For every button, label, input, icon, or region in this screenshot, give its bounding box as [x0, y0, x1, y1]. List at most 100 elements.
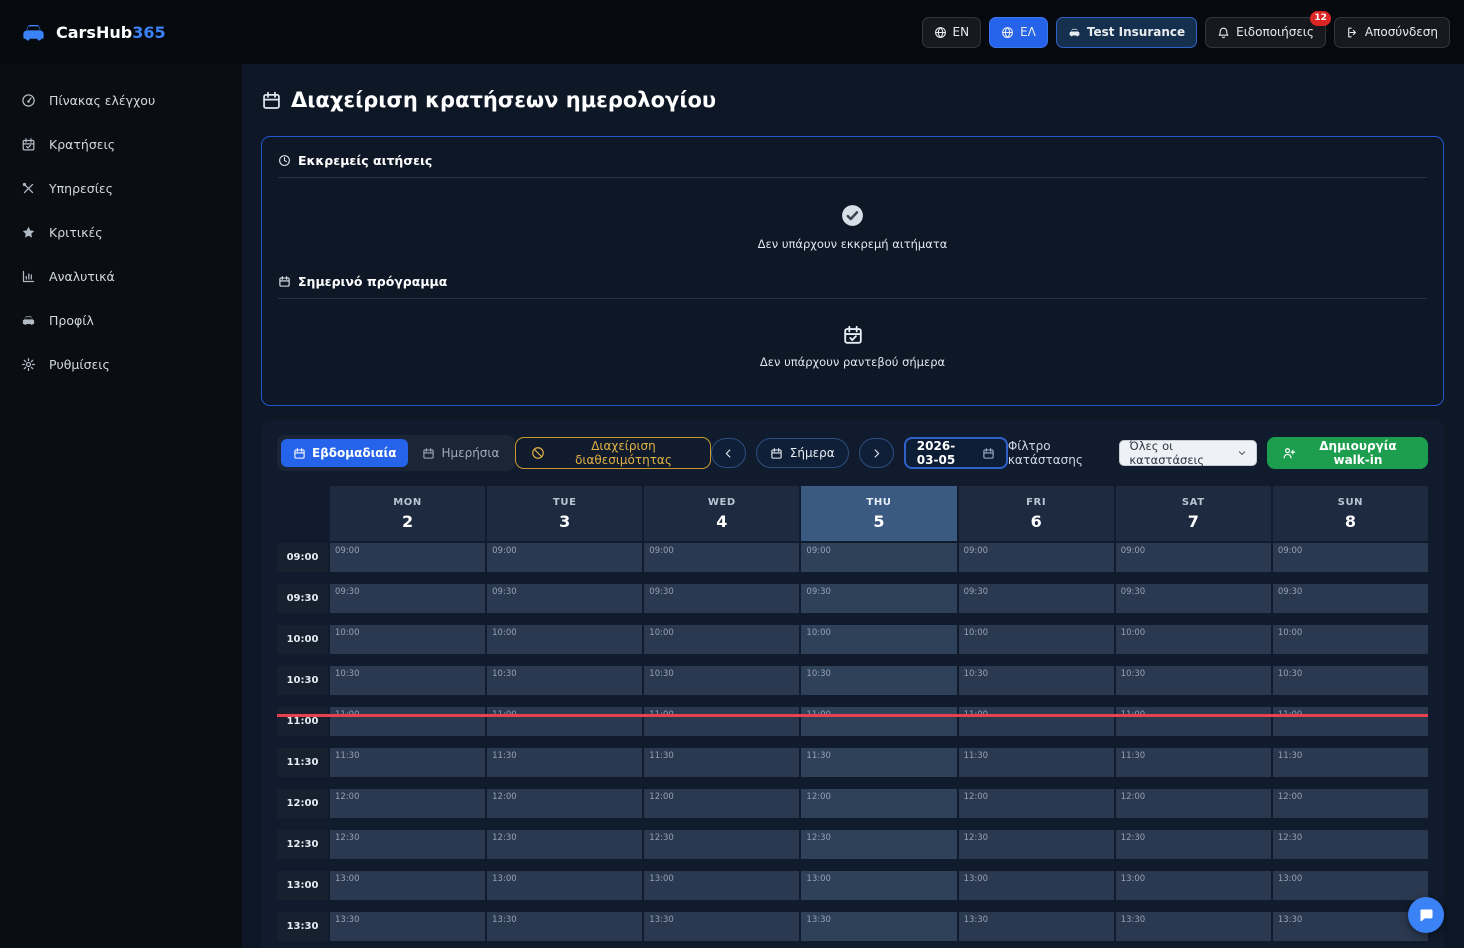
day-header-thu[interactable]: THU5 [801, 486, 956, 541]
slot-sat-1200[interactable]: 12:00 [1116, 789, 1271, 818]
sidebar-item-bookings[interactable]: Κρατήσεις [0, 122, 242, 166]
slot-fri-1300[interactable]: 13:00 [959, 871, 1114, 900]
slot-mon-1330[interactable]: 13:30 [330, 912, 485, 941]
chat-fab-button[interactable] [1408, 897, 1444, 933]
slot-sat-1130[interactable]: 11:30 [1116, 748, 1271, 777]
slot-wed-1200[interactable]: 12:00 [644, 789, 799, 818]
test-insurance-button[interactable]: Test Insurance [1056, 17, 1197, 48]
slot-sat-0900[interactable]: 09:00 [1116, 543, 1271, 572]
slot-mon-1200[interactable]: 12:00 [330, 789, 485, 818]
prev-week-button[interactable] [711, 438, 746, 468]
slot-thu-1000[interactable]: 10:00 [801, 625, 956, 654]
day-header-sat[interactable]: SAT7 [1116, 486, 1271, 541]
slot-wed-1230[interactable]: 12:30 [644, 830, 799, 859]
slot-tue-1300[interactable]: 13:00 [487, 871, 642, 900]
slot-sun-1200[interactable]: 12:00 [1273, 789, 1428, 818]
sidebar-item-services[interactable]: Υπηρεσίες [0, 166, 242, 210]
slot-sun-1130[interactable]: 11:30 [1273, 748, 1428, 777]
next-week-button[interactable] [859, 438, 894, 468]
slot-thu-0930[interactable]: 09:30 [801, 584, 956, 613]
slot-sun-1230[interactable]: 12:30 [1273, 830, 1428, 859]
slot-thu-1130[interactable]: 11:30 [801, 748, 956, 777]
slot-sat-0930[interactable]: 09:30 [1116, 584, 1271, 613]
slot-thu-1030[interactable]: 10:30 [801, 666, 956, 695]
slot-mon-1030[interactable]: 10:30 [330, 666, 485, 695]
today-button[interactable]: Σήμερα [756, 438, 849, 468]
slot-sat-1300[interactable]: 13:00 [1116, 871, 1271, 900]
slot-sun-1300[interactable]: 13:00 [1273, 871, 1428, 900]
lang-en-button[interactable]: EN [922, 17, 982, 48]
slot-tue-0900[interactable]: 09:00 [487, 543, 642, 572]
slot-mon-1230[interactable]: 12:30 [330, 830, 485, 859]
slot-sat-1100[interactable]: 11:00 [1116, 707, 1271, 736]
sidebar-item-settings[interactable]: Ρυθμίσεις [0, 342, 242, 386]
sidebar-item-dashboard[interactable]: Πίνακας ελέγχου [0, 78, 242, 122]
slot-tue-1130[interactable]: 11:30 [487, 748, 642, 777]
date-picker-input[interactable]: 2026-03-05 [904, 437, 1008, 469]
slot-tue-0930[interactable]: 09:30 [487, 584, 642, 613]
slot-thu-1200[interactable]: 12:00 [801, 789, 956, 818]
slot-fri-1130[interactable]: 11:30 [959, 748, 1114, 777]
notifications-button[interactable]: Ειδοποιήσεις 12 [1205, 17, 1326, 48]
slot-tue-1030[interactable]: 10:30 [487, 666, 642, 695]
slot-mon-0930[interactable]: 09:30 [330, 584, 485, 613]
manage-availability-button[interactable]: Διαχείριση διαθεσιμότητας [515, 437, 710, 469]
slot-tue-1000[interactable]: 10:00 [487, 625, 642, 654]
slot-wed-1330[interactable]: 13:30 [644, 912, 799, 941]
slot-sun-1100[interactable]: 11:00 [1273, 707, 1428, 736]
day-header-fri[interactable]: FRI6 [959, 486, 1114, 541]
slot-sat-1030[interactable]: 10:30 [1116, 666, 1271, 695]
slot-tue-1330[interactable]: 13:30 [487, 912, 642, 941]
slot-wed-0900[interactable]: 09:00 [644, 543, 799, 572]
lang-el-button[interactable]: ΕΛ [989, 17, 1048, 48]
slot-wed-1030[interactable]: 10:30 [644, 666, 799, 695]
day-header-mon[interactable]: MON2 [330, 486, 485, 541]
sidebar-item-reviews[interactable]: Κριτικές [0, 210, 242, 254]
sidebar-item-profile[interactable]: Προφίλ [0, 298, 242, 342]
slot-fri-0930[interactable]: 09:30 [959, 584, 1114, 613]
slot-thu-1330[interactable]: 13:30 [801, 912, 956, 941]
slot-mon-1130[interactable]: 11:30 [330, 748, 485, 777]
slot-sun-0930[interactable]: 09:30 [1273, 584, 1428, 613]
slot-wed-1300[interactable]: 13:00 [644, 871, 799, 900]
slot-wed-1000[interactable]: 10:00 [644, 625, 799, 654]
weekly-view-button[interactable]: Εβδομαδιαία [281, 439, 408, 467]
slot-mon-1100[interactable]: 11:00 [330, 707, 485, 736]
create-walkin-button[interactable]: Δημιουργία walk-in [1267, 437, 1428, 469]
slot-tue-1230[interactable]: 12:30 [487, 830, 642, 859]
slot-fri-1230[interactable]: 12:30 [959, 830, 1114, 859]
slot-wed-1100[interactable]: 11:00 [644, 707, 799, 736]
day-header-sun[interactable]: SUN8 [1273, 486, 1428, 541]
slot-sun-0900[interactable]: 09:00 [1273, 543, 1428, 572]
day-header-wed[interactable]: WED4 [644, 486, 799, 541]
brand-logo[interactable]: CarsHub365 [20, 19, 166, 46]
slot-wed-1130[interactable]: 11:30 [644, 748, 799, 777]
slot-wed-0930[interactable]: 09:30 [644, 584, 799, 613]
slot-tue-1200[interactable]: 12:00 [487, 789, 642, 818]
daily-view-button[interactable]: Ημερήσια [410, 439, 511, 467]
slot-sun-1000[interactable]: 10:00 [1273, 625, 1428, 654]
slot-thu-0900[interactable]: 09:00 [801, 543, 956, 572]
slot-thu-1100[interactable]: 11:00 [801, 707, 956, 736]
logout-button[interactable]: Αποσύνδεση [1334, 17, 1450, 48]
slot-fri-1030[interactable]: 10:30 [959, 666, 1114, 695]
slot-sat-1230[interactable]: 12:30 [1116, 830, 1271, 859]
slot-fri-1000[interactable]: 10:00 [959, 625, 1114, 654]
slot-sun-1330[interactable]: 13:30 [1273, 912, 1428, 941]
slot-sat-1330[interactable]: 13:30 [1116, 912, 1271, 941]
slot-thu-1300[interactable]: 13:00 [801, 871, 956, 900]
slot-fri-1330[interactable]: 13:30 [959, 912, 1114, 941]
slot-mon-1000[interactable]: 10:00 [330, 625, 485, 654]
slot-mon-0900[interactable]: 09:00 [330, 543, 485, 572]
slot-sun-1030[interactable]: 10:30 [1273, 666, 1428, 695]
sidebar-item-analytics[interactable]: Αναλυτικά [0, 254, 242, 298]
day-header-tue[interactable]: TUE3 [487, 486, 642, 541]
slot-tue-1100[interactable]: 11:00 [487, 707, 642, 736]
slot-mon-1300[interactable]: 13:00 [330, 871, 485, 900]
slot-fri-0900[interactable]: 09:00 [959, 543, 1114, 572]
slot-fri-1100[interactable]: 11:00 [959, 707, 1114, 736]
status-filter-select[interactable]: Όλες οι καταστάσεις [1119, 440, 1257, 466]
slot-sat-1000[interactable]: 10:00 [1116, 625, 1271, 654]
slot-thu-1230[interactable]: 12:30 [801, 830, 956, 859]
slot-fri-1200[interactable]: 12:00 [959, 789, 1114, 818]
